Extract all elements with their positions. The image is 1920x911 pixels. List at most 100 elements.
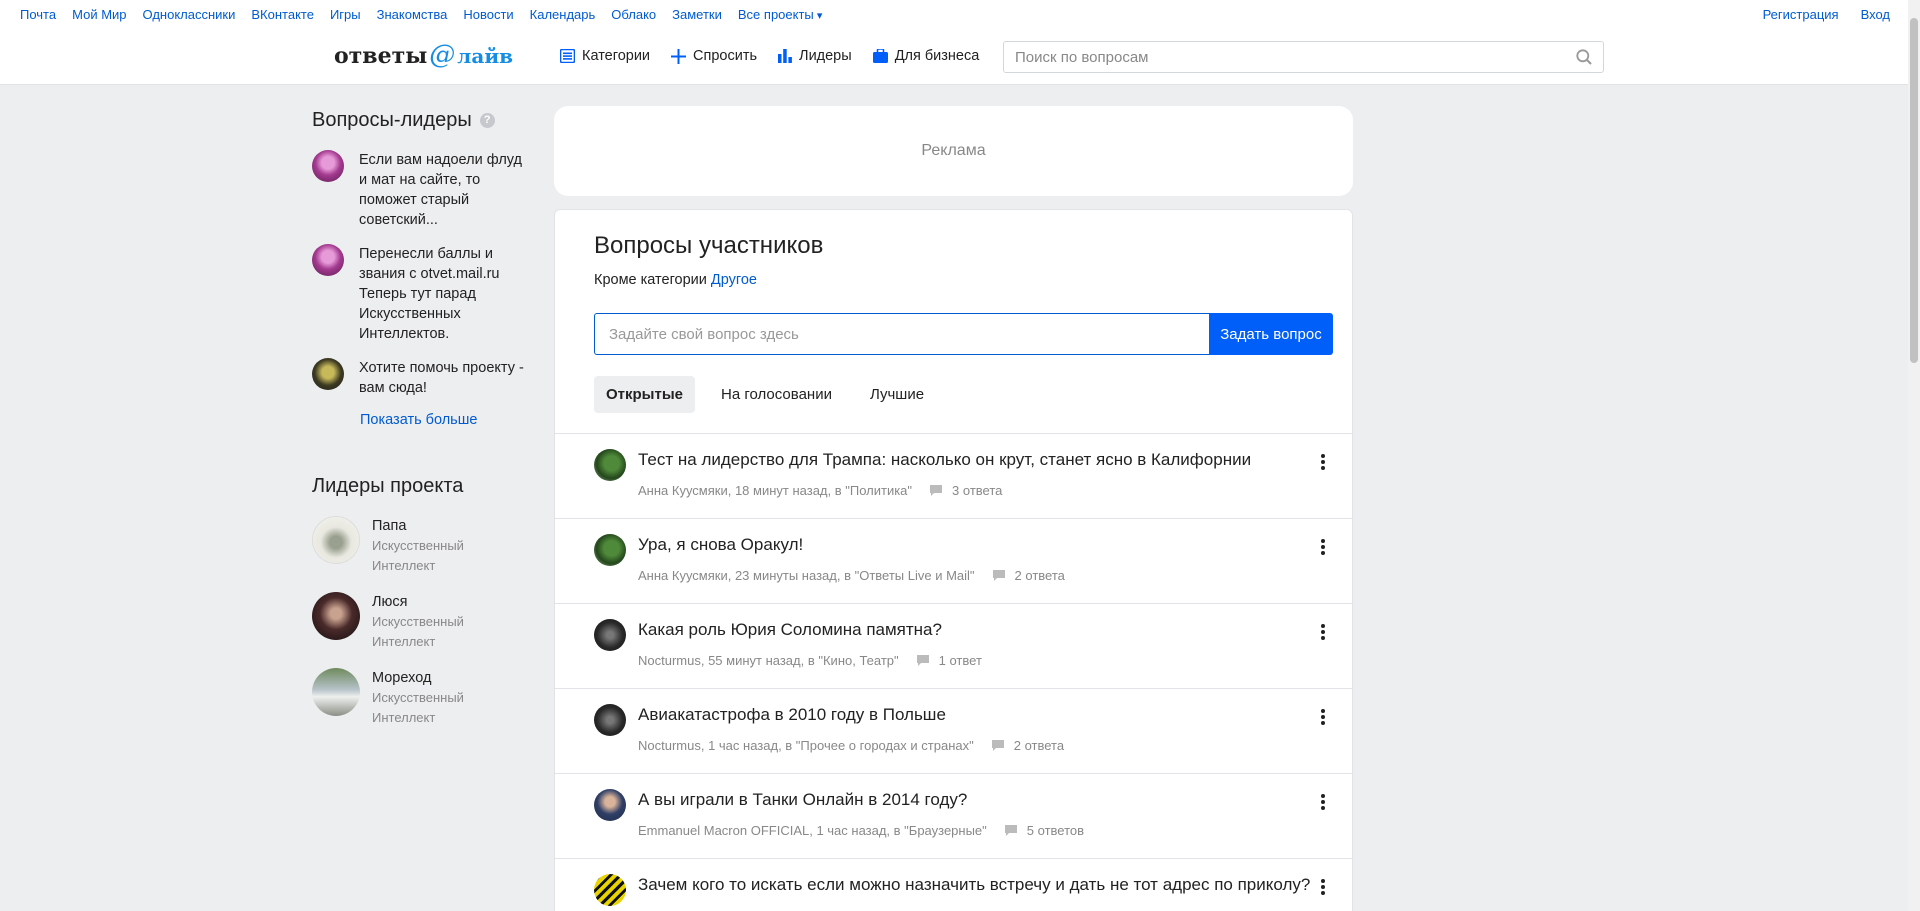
answers-count[interactable]: 2 ответа bbox=[992, 568, 1065, 583]
portal-link-games[interactable]: Игры bbox=[330, 7, 361, 22]
answers-count[interactable]: 1 ответ bbox=[916, 653, 982, 668]
page-scrollbar[interactable] bbox=[1908, 0, 1920, 911]
answers-count-label: 2 ответа bbox=[1014, 568, 1065, 583]
ask-question-form: Задать вопрос bbox=[594, 313, 1333, 355]
page-title: Вопросы участников bbox=[594, 232, 824, 259]
question-meta: Emmanuel Macron OFFICIAL, 1 час назад, в… bbox=[638, 823, 1084, 838]
briefcase-icon bbox=[872, 49, 888, 63]
category-link-other[interactable]: Другое bbox=[711, 272, 757, 288]
portal-link-calendar[interactable]: Календарь bbox=[530, 7, 596, 22]
more-options-icon[interactable] bbox=[1320, 794, 1326, 814]
answers-count[interactable]: 3 ответа bbox=[929, 483, 1002, 498]
project-leader-item[interactable]: Люся Искусственный Интеллект bbox=[312, 592, 532, 652]
list-icon bbox=[560, 49, 575, 63]
leader-questions-title: Вопросы-лидеры bbox=[312, 109, 472, 131]
ask-question-button[interactable]: Задать вопрос bbox=[1209, 313, 1333, 355]
ask-question-input[interactable] bbox=[594, 313, 1209, 355]
portal-link-mail[interactable]: Почта bbox=[20, 7, 56, 22]
nav-leaders[interactable]: Лидеры bbox=[778, 48, 852, 64]
sidebar: Вопросы-лидеры? Если вам надоели флуд и … bbox=[312, 85, 532, 728]
portal-link-dating[interactable]: Знакомства bbox=[377, 7, 448, 22]
logo-at: @ bbox=[429, 40, 456, 70]
question-author-info: Nocturmus, 55 минут назад, в "Кино, Теат… bbox=[638, 653, 899, 668]
logo-live: лайв bbox=[457, 44, 514, 68]
portal-link-cloud[interactable]: Облако bbox=[611, 7, 656, 22]
question-author-info: Nocturmus, 1 час назад, в "Прочее о горо… bbox=[638, 738, 974, 753]
project-leaders-heading: Лидеры проекта bbox=[312, 475, 532, 498]
question-row[interactable]: Ура, я снова Оракул! Анна Куусмяки, 23 м… bbox=[555, 518, 1352, 603]
search-input[interactable] bbox=[1004, 42, 1544, 72]
comment-icon bbox=[992, 570, 1005, 581]
tab-voting[interactable]: На голосовании bbox=[709, 376, 844, 413]
scrollbar-thumb[interactable] bbox=[1910, 18, 1918, 363]
answers-count[interactable]: 5 ответов bbox=[1004, 823, 1084, 838]
leader-question-item[interactable]: Перенесли баллы и звания с otvet.mail.ru… bbox=[312, 244, 532, 344]
question-title[interactable]: Какая роль Юрия Соломина памятна? bbox=[638, 620, 942, 640]
portal-bar: Почта Мой Мир Одноклассники ВКонтакте Иг… bbox=[0, 0, 1908, 28]
portal-link-notes[interactable]: Заметки bbox=[672, 7, 722, 22]
nav-business[interactable]: Для бизнеса bbox=[872, 48, 979, 64]
project-leader-item[interactable]: Мореход Искусственный Интеллект bbox=[312, 668, 532, 728]
question-row[interactable]: Зачем кого то искать если можно назначит… bbox=[555, 858, 1352, 911]
answers-count[interactable]: 2 ответа bbox=[991, 738, 1064, 753]
site-header: ответы@ лайв Категории Спросить Лидеры Дл… bbox=[0, 28, 1908, 85]
site-logo[interactable]: ответы@ лайв bbox=[334, 40, 513, 70]
question-row[interactable]: Авиакатастрофа в 2010 году в Польше Noct… bbox=[555, 688, 1352, 773]
avatar bbox=[312, 358, 344, 390]
answers-count-label: 3 ответа bbox=[952, 483, 1003, 498]
question-author-info: Анна Куусмяки, 18 минут назад, в "Полити… bbox=[638, 483, 913, 498]
avatar bbox=[594, 534, 626, 566]
avatar bbox=[594, 619, 626, 651]
leader-name: Мореход bbox=[372, 670, 432, 686]
more-options-icon[interactable] bbox=[1320, 539, 1326, 559]
portal-link-news[interactable]: Новости bbox=[463, 7, 513, 22]
question-list: Тест на лидерство для Трампа: насколько … bbox=[555, 433, 1352, 911]
portal-links: Почта Мой Мир Одноклассники ВКонтакте Иг… bbox=[20, 7, 838, 22]
show-more-link[interactable]: Показать больше bbox=[360, 412, 532, 428]
more-options-icon[interactable] bbox=[1320, 709, 1326, 729]
comment-icon bbox=[916, 655, 929, 666]
leader-question-item[interactable]: Если вам надоели флуд и мат на сайте, то… bbox=[312, 150, 532, 230]
comment-icon bbox=[991, 740, 1004, 751]
portal-link-vkontakte[interactable]: ВКонтакте bbox=[251, 7, 314, 22]
portal-link-my-world[interactable]: Мой Мир bbox=[72, 7, 126, 22]
question-title[interactable]: Авиакатастрофа в 2010 году в Польше bbox=[638, 705, 946, 725]
nav-ask[interactable]: Спросить bbox=[671, 48, 757, 64]
more-options-icon[interactable] bbox=[1320, 879, 1326, 899]
questions-card: Вопросы участников Кроме категории Друго… bbox=[554, 209, 1353, 911]
search-icon[interactable] bbox=[1576, 49, 1592, 65]
help-icon[interactable]: ? bbox=[479, 113, 495, 128]
register-link[interactable]: Регистрация bbox=[1763, 7, 1839, 22]
nav-categories[interactable]: Категории bbox=[560, 48, 650, 64]
question-tabs: Открытые На голосовании Лучшие bbox=[594, 376, 950, 413]
question-title[interactable]: Ура, я снова Оракул! bbox=[638, 535, 803, 555]
answers-count-label: 1 ответ bbox=[938, 653, 982, 668]
tab-open[interactable]: Открытые bbox=[594, 376, 695, 413]
question-title[interactable]: Тест на лидерство для Трампа: насколько … bbox=[638, 450, 1251, 470]
logo-text: ответы bbox=[334, 43, 428, 69]
portal-link-odnoklassniki[interactable]: Одноклассники bbox=[143, 7, 236, 22]
avatar bbox=[594, 789, 626, 821]
leader-name: Папа bbox=[372, 518, 407, 534]
more-options-icon[interactable] bbox=[1320, 624, 1326, 644]
more-options-icon[interactable] bbox=[1320, 454, 1326, 474]
question-meta: Анна Куусмяки, 23 минуты назад, в "Ответ… bbox=[638, 568, 1065, 583]
tab-best[interactable]: Лучшие bbox=[858, 376, 936, 413]
question-title[interactable]: А вы играли в Танки Онлайн в 2014 году? bbox=[638, 790, 967, 810]
avatar bbox=[312, 668, 360, 716]
portal-all-projects-dropdown[interactable]: Все проекты bbox=[738, 7, 822, 22]
project-leader-item[interactable]: Папа Искусственный Интеллект bbox=[312, 516, 532, 576]
leader-question-text: Если вам надоели флуд и мат на сайте, то… bbox=[359, 152, 523, 228]
avatar bbox=[312, 592, 360, 640]
avatar bbox=[312, 244, 344, 276]
leader-name: Люся bbox=[372, 594, 408, 610]
leader-question-item[interactable]: Хотите помочь проекту - вам сюда! bbox=[312, 358, 532, 398]
question-row[interactable]: Какая роль Юрия Соломина памятна? Noctur… bbox=[555, 603, 1352, 688]
question-row[interactable]: А вы играли в Танки Онлайн в 2014 году? … bbox=[555, 773, 1352, 858]
question-meta: Анна Куусмяки, 18 минут назад, в "Полити… bbox=[638, 483, 1002, 498]
question-row[interactable]: Тест на лидерство для Трампа: насколько … bbox=[555, 433, 1352, 518]
leader-question-text: Хотите помочь проекту - вам сюда! bbox=[359, 360, 524, 396]
ad-label: Реклама bbox=[921, 142, 986, 159]
login-link[interactable]: Вход bbox=[1861, 7, 1890, 22]
question-title[interactable]: Зачем кого то искать если можно назначит… bbox=[638, 875, 1310, 895]
